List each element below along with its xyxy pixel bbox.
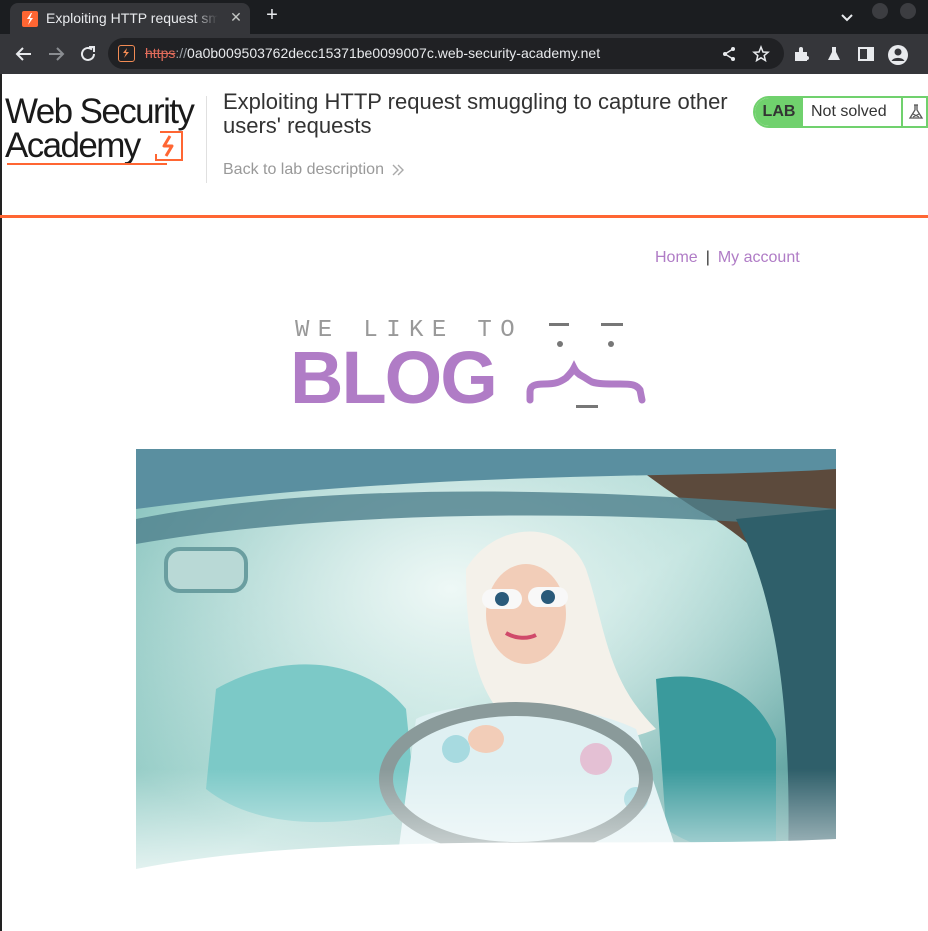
new-tab-button[interactable]: + (260, 4, 284, 28)
site-info-icon[interactable] (118, 45, 135, 62)
window-close-button[interactable] (900, 3, 916, 19)
star-icon[interactable] (752, 44, 770, 63)
blog-wordmark: BLOG (290, 336, 498, 419)
nav-separator: | (705, 249, 710, 266)
forward-icon[interactable] (44, 42, 68, 66)
web-security-academy-logo[interactable]: Web Security Academy (5, 94, 205, 168)
blog-banner: WE LIKE TO BLOG (290, 314, 650, 418)
url-text[interactable]: https://0a0b009503762decc15371be0099007c… (145, 45, 600, 61)
page-content: Web Security Academy Exploiting HTTP req… (0, 74, 928, 931)
browser-tab[interactable]: Exploiting HTTP request smuggling to cap… (10, 3, 250, 34)
back-to-lab-description-link[interactable]: Back to lab description (223, 161, 384, 179)
nav-my-account-link[interactable]: My account (718, 249, 800, 266)
blog-hero-image[interactable] (136, 449, 836, 916)
share-icon[interactable] (720, 45, 738, 63)
logo-underline (7, 163, 167, 165)
lab-status: Not solved (811, 103, 887, 120)
flask-icon (908, 104, 924, 119)
side-panel-icon[interactable] (856, 44, 876, 64)
header-orange-rule (0, 215, 928, 218)
header-divider (206, 96, 207, 183)
portswigger-favicon-icon (22, 11, 38, 27)
lab-status-widget: LAB Not solved (753, 96, 928, 128)
reload-icon[interactable] (76, 42, 100, 66)
url-scheme: https (145, 45, 176, 61)
hero-photo-woman-in-car (136, 449, 836, 916)
tab-search-icon[interactable] (836, 6, 858, 28)
logo-line-1: Web Security (5, 92, 195, 131)
lab-tag: LAB (755, 98, 803, 126)
window-minimize-button[interactable] (872, 3, 888, 19)
profile-icon[interactable] (887, 44, 908, 65)
extensions-icon[interactable] (792, 44, 812, 64)
back-icon[interactable] (12, 42, 36, 66)
url-host: 0a0b009503762decc15371be0099007c.web-sec… (187, 45, 601, 61)
tab-title: Exploiting HTTP request smuggling to cap… (46, 10, 218, 26)
top-navigation: Home | My account (655, 249, 800, 267)
browser-tab-bar: Exploiting HTTP request smuggling to cap… (0, 0, 928, 34)
address-bar[interactable]: https://0a0b009503762decc15371be0099007c… (108, 38, 784, 69)
lab-title: Exploiting HTTP request smuggling to cap… (223, 89, 728, 138)
logo-line-2: Academy (5, 126, 141, 165)
double-chevron-right-icon (392, 164, 404, 176)
lab-flask-divider (901, 98, 903, 126)
blog-face-icon (526, 323, 646, 408)
browser-toolbar: https://0a0b009503762decc15371be0099007c… (0, 34, 928, 74)
tab-close-icon[interactable]: ✕ (226, 7, 246, 27)
labs-flask-icon[interactable] (824, 44, 844, 64)
window-edge (0, 74, 2, 931)
logo-bolt-icon (155, 131, 183, 161)
url-separator: :// (175, 45, 188, 61)
nav-home-link[interactable]: Home (655, 249, 698, 266)
